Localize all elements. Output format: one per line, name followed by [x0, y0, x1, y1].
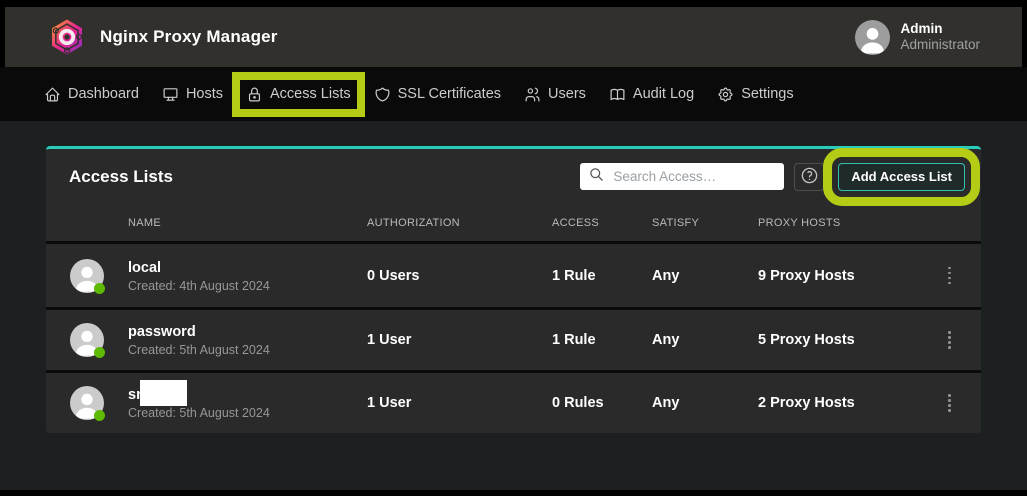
status-dot	[94, 347, 105, 358]
user-name: Admin	[900, 21, 980, 37]
access-list-name[interactable]: local	[128, 259, 367, 277]
column-header-satisfy[interactable]: SATISFY	[652, 217, 758, 229]
access-list-name[interactable]: password	[128, 323, 367, 341]
shield-icon	[374, 86, 391, 103]
nav-item-access-lists[interactable]: Access Lists	[246, 86, 351, 103]
column-header-authorization[interactable]: AUTHORIZATION	[367, 217, 552, 229]
search-icon	[589, 167, 604, 187]
row-avatar	[70, 259, 104, 293]
person-icon	[855, 20, 890, 55]
access-cell: 1 Rule	[552, 268, 652, 284]
nav-label: Users	[548, 86, 586, 102]
app-header: Nginx Proxy Manager Admin Administrator	[5, 7, 1022, 67]
user-role: Administrator	[900, 37, 980, 53]
column-header-access[interactable]: ACCESS	[552, 217, 652, 229]
book-icon	[609, 86, 626, 103]
nav-label: SSL Certificates	[398, 86, 501, 102]
status-dot	[94, 283, 105, 294]
page-content: Access Lists Add Access List NAME AUTHOR…	[0, 146, 1027, 481]
lock-icon	[246, 86, 263, 103]
nav-label: Audit Log	[633, 86, 694, 102]
created-date: Created: 4th August 2024	[128, 279, 367, 293]
row-avatar	[70, 323, 104, 357]
created-date: Created: 5th August 2024	[128, 406, 367, 420]
app-header-wrap: Nginx Proxy Manager Admin Administrator	[0, 7, 1027, 67]
table-header: NAME AUTHORIZATION ACCESS SATISFY PROXY …	[46, 204, 981, 244]
satisfy-cell: Any	[652, 395, 758, 411]
access-cell: 1 Rule	[552, 332, 652, 348]
nav-label: Access Lists	[270, 86, 351, 102]
card-header: Access Lists Add Access List	[46, 149, 981, 204]
nav-item-dashboard[interactable]: Dashboard	[44, 86, 139, 103]
add-access-list-button[interactable]: Add Access List	[838, 163, 965, 191]
app-logo-icon[interactable]	[47, 17, 87, 57]
main-nav: Dashboard Hosts Access Lists SSL Certifi…	[0, 67, 1027, 121]
row-menu-button[interactable]	[943, 326, 956, 354]
help-button[interactable]	[794, 163, 824, 191]
column-header-name[interactable]: NAME	[128, 217, 367, 229]
nav-item-users[interactable]: Users	[524, 86, 586, 103]
nav-item-hosts[interactable]: Hosts	[162, 86, 223, 103]
app-title: Nginx Proxy Manager	[100, 27, 278, 47]
proxy-hosts-cell: 9 Proxy Hosts	[758, 268, 918, 284]
user-avatar	[855, 20, 890, 55]
satisfy-cell: Any	[652, 268, 758, 284]
redaction-box	[140, 380, 187, 406]
column-header-proxy-hosts[interactable]: PROXY HOSTS	[758, 217, 918, 229]
nav-item-settings[interactable]: Settings	[717, 86, 793, 103]
screen-bottom-edge	[0, 490, 1027, 496]
user-menu[interactable]: Admin Administrator	[855, 20, 980, 55]
nav-item-ssl-certificates[interactable]: SSL Certificates	[374, 86, 501, 103]
nav-label: Settings	[741, 86, 793, 102]
access-cell: 0 Rules	[552, 395, 652, 411]
table-row[interactable]: password Created: 5th August 2024 1 User…	[46, 307, 981, 370]
gear-icon	[717, 86, 734, 103]
row-menu-button[interactable]	[943, 262, 956, 290]
monitor-icon	[162, 86, 179, 103]
satisfy-cell: Any	[652, 332, 758, 348]
created-date: Created: 5th August 2024	[128, 343, 367, 357]
nav-item-audit-log[interactable]: Audit Log	[609, 86, 694, 103]
nav-label: Hosts	[186, 86, 223, 102]
row-menu-button[interactable]	[943, 389, 956, 417]
screen-top-edge	[0, 0, 1027, 7]
nav-label: Dashboard	[68, 86, 139, 102]
search-input[interactable]	[613, 169, 775, 184]
status-dot	[94, 410, 105, 421]
row-avatar	[70, 386, 104, 420]
users-icon	[524, 86, 541, 103]
proxy-hosts-cell: 5 Proxy Hosts	[758, 332, 918, 348]
table-row[interactable]: local Created: 4th August 2024 0 Users 1…	[46, 244, 981, 307]
proxy-hosts-cell: 2 Proxy Hosts	[758, 395, 918, 411]
page-title: Access Lists	[69, 167, 173, 187]
authorization-cell: 1 User	[367, 332, 552, 348]
table-row[interactable]: sn Created: 5th August 2024 1 User 0 Rul…	[46, 370, 981, 433]
access-lists-card: Access Lists Add Access List NAME AUTHOR…	[46, 146, 981, 433]
authorization-cell: 1 User	[367, 395, 552, 411]
search-box[interactable]	[580, 163, 784, 190]
home-icon	[44, 86, 61, 103]
authorization-cell: 0 Users	[367, 268, 552, 284]
circle-question-icon	[800, 166, 819, 188]
access-list-name[interactable]: sn	[128, 386, 367, 404]
